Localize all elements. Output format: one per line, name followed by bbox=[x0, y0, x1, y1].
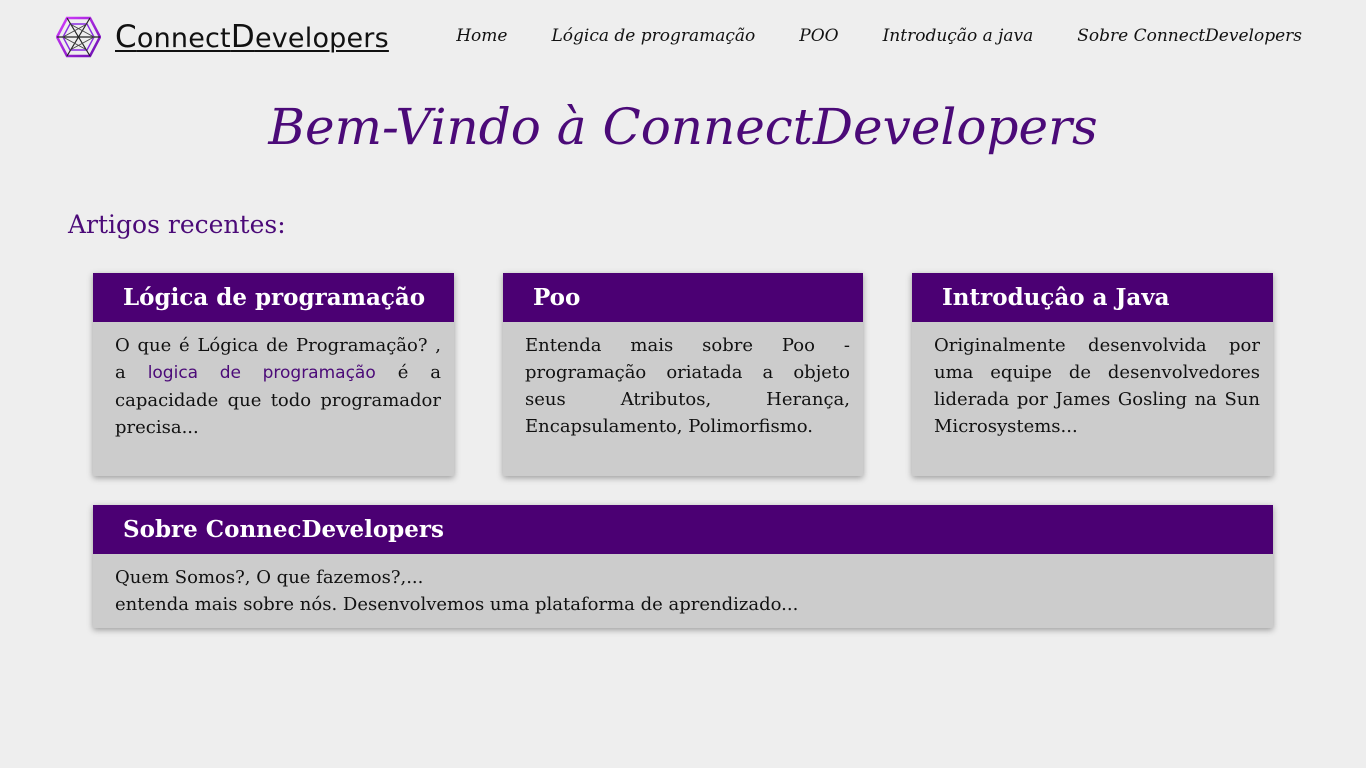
brand-name: ConnectDevelopers bbox=[115, 19, 389, 55]
brand-initial-c: C bbox=[115, 19, 137, 55]
article-card-logica[interactable]: Lógica de programação O que é Lógica de … bbox=[93, 273, 454, 476]
nav-link-poo[interactable]: POO bbox=[799, 26, 838, 46]
article-card-excerpt: Entenda mais sobre Poo - programação ori… bbox=[525, 335, 850, 437]
nav-link-logica[interactable]: Lógica de programação bbox=[551, 26, 755, 46]
article-card-title: Poo bbox=[503, 273, 863, 322]
about-card-title: Sobre ConnecDevelopers bbox=[93, 505, 1273, 554]
brand-initial-d: D bbox=[230, 19, 255, 55]
nav-link-home[interactable]: Home bbox=[456, 26, 507, 46]
article-card-java[interactable]: Introduçâo a Java Originalmente desenvol… bbox=[912, 273, 1273, 476]
about-line-2: entenda mais sobre nós. Desenvolvemos um… bbox=[115, 594, 799, 615]
article-card-poo[interactable]: Poo Entenda mais sobre Poo - programação… bbox=[503, 273, 863, 476]
logica-link[interactable]: logica de programação bbox=[148, 363, 376, 383]
main-nav: Home Lógica de programação POO Introduçã… bbox=[456, 26, 1302, 46]
about-card[interactable]: Sobre ConnecDevelopers Quem Somos?, O qu… bbox=[93, 505, 1273, 628]
brand-part-evelopers: evelopers bbox=[254, 23, 389, 54]
article-card-excerpt: Originalmente desenvolvida por uma equip… bbox=[934, 335, 1260, 437]
about-line-1: Quem Somos?, O que fazemos?,... bbox=[115, 567, 424, 588]
brand-logo-link[interactable]: ConnectDevelopers bbox=[56, 16, 389, 58]
nav-link-sobre[interactable]: Sobre ConnectDevelopers bbox=[1077, 26, 1302, 46]
brand-part-onnect: onnect bbox=[136, 23, 231, 54]
hexagon-network-logo-icon bbox=[56, 16, 101, 58]
recent-articles-title: Artigos recentes: bbox=[68, 210, 286, 239]
about-card-excerpt: Quem Somos?, O que fazemos?,... entenda … bbox=[93, 554, 1273, 618]
article-card-title: Introduçâo a Java bbox=[912, 273, 1273, 322]
article-card-title: Lógica de programação bbox=[93, 273, 454, 322]
site-header: ConnectDevelopers Home Lógica de program… bbox=[0, 0, 1366, 75]
article-card-excerpt: O que é Lógica de Programação? , a logic… bbox=[93, 322, 454, 441]
welcome-title: Bem-Vindo à ConnectDevelopers bbox=[268, 98, 1098, 156]
nav-link-java[interactable]: Introdução a java bbox=[883, 26, 1034, 46]
